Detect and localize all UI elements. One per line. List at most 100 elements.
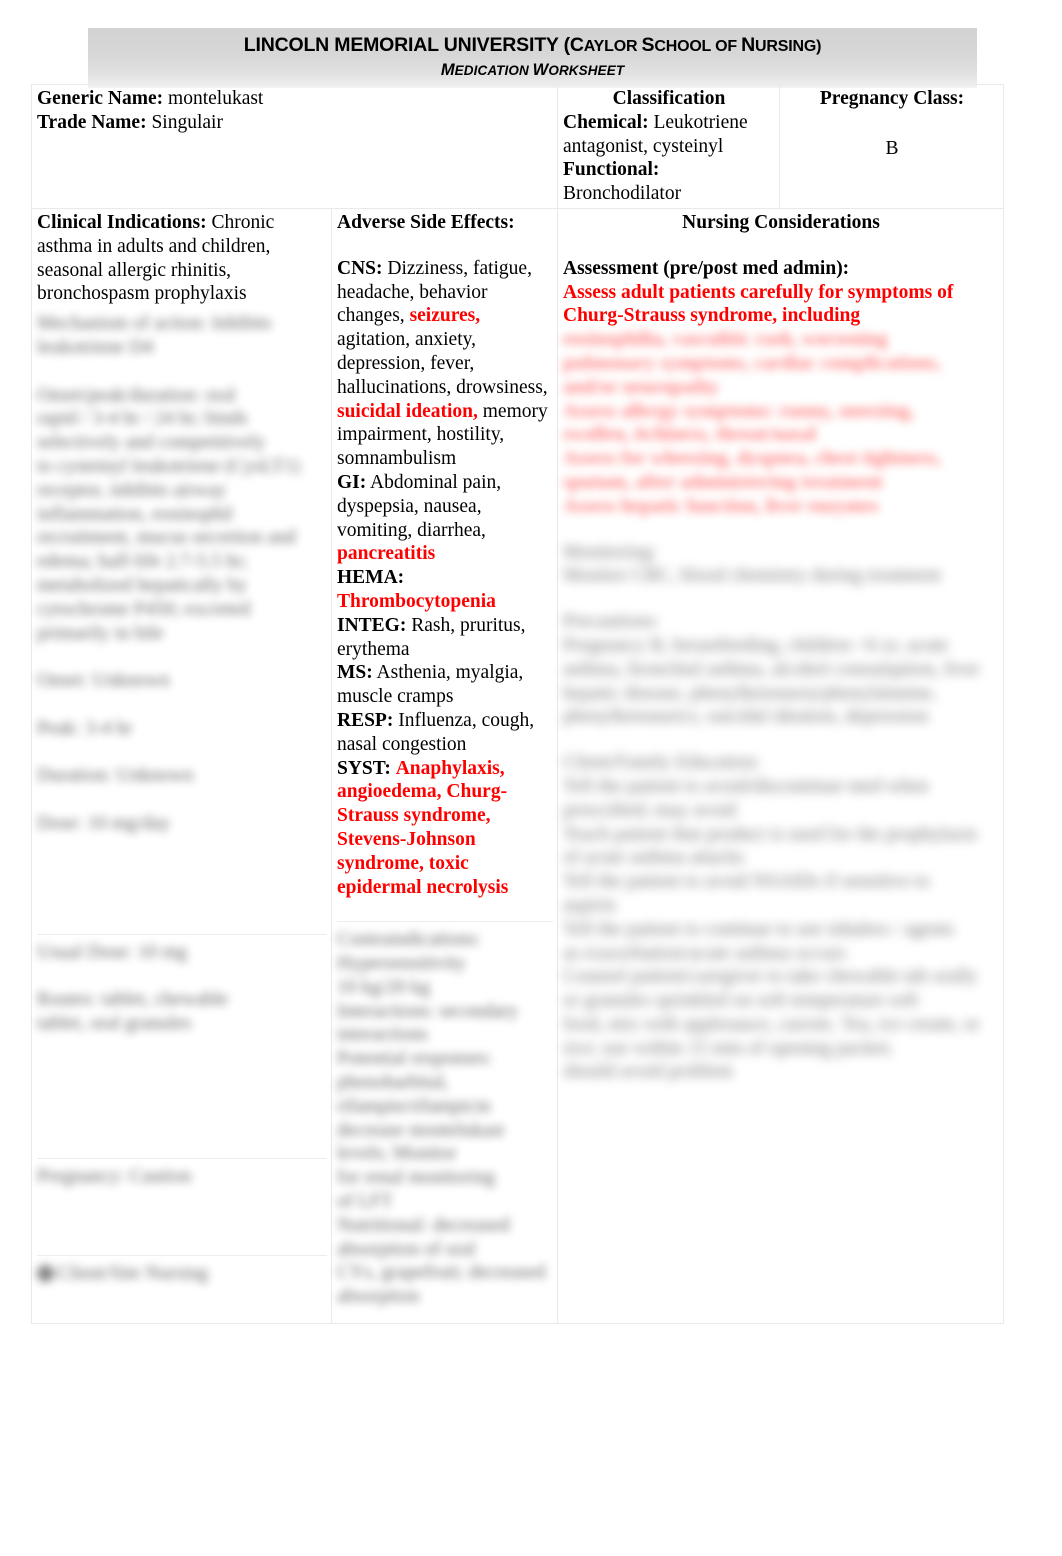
obscured-line: swollen, itchiness, throat/nasal xyxy=(563,424,817,446)
obscured-line: to cysteinyl leukotriene (CysLT1) xyxy=(37,455,301,477)
obscured-line: Assess hepatic function, liver enzymes xyxy=(563,495,879,517)
obscured-line: asthma, bronchial asthma, alcohol consum… xyxy=(563,658,980,680)
trade-name-label: Trade Name: xyxy=(37,111,147,133)
obscured-line: leukotriene D4 xyxy=(37,336,154,358)
obscured-line: pulmonary symptoms, cardiac complication… xyxy=(563,352,941,374)
adverse-group-integ: INTEG: Rash, pruritus, erythema xyxy=(337,614,553,662)
obscured-line: Client/Family Education: xyxy=(563,752,761,774)
adverse-group-label: CNS: xyxy=(337,257,383,279)
institution-title-smallcap-c-lead: C xyxy=(569,34,584,56)
row-divider xyxy=(37,933,327,935)
obscured-line: rifampin/rifampicin xyxy=(337,1095,491,1117)
document-header-banner: LINCOLN MEMORIAL UNIVERSITY (CAYLOR SCHO… xyxy=(88,28,977,88)
row-divider xyxy=(337,921,553,923)
obscured-line: sputum, after administering treatment xyxy=(563,471,883,493)
institution-title-smallcap-n-lead: N xyxy=(741,34,756,56)
table-row-main-content: Clinical Indications: Chronic asthma in … xyxy=(31,207,1004,1325)
clinical-indications-dose-obscured-block: Usual Dose: 10 mg Routes: tablet, chewab… xyxy=(37,941,327,1036)
adverse-group-gi: GI: Abdominal pain, dyspepsia, nausea, v… xyxy=(337,471,553,566)
document-subtitle-w: W xyxy=(532,61,549,79)
obscured-line: for renal monitoring xyxy=(337,1167,496,1189)
obscured-line: Routes: tablet, chewable xyxy=(37,989,229,1011)
generic-name-value: montelukast xyxy=(168,88,264,109)
institution-title-smallcap-nursing: URSING) xyxy=(755,38,822,55)
cell-pregnancy-class: Pregnancy Class: B xyxy=(779,84,1004,209)
obscured-line: selectively and competitively xyxy=(37,432,266,454)
obscured-line: decrease montelukast xyxy=(337,1119,505,1141)
obscured-line: rapid / 3-4 hr / 24 hr; binds xyxy=(37,408,248,430)
obscured-line: absorption xyxy=(337,1286,420,1308)
adverse-effects-obscured-block: Contraindications: Hypersensitivity 10 k… xyxy=(337,928,553,1309)
trade-name-line: Trade Name: Singulair xyxy=(37,111,553,135)
document-subtitle-m: M xyxy=(440,61,455,79)
obscured-line: eosinophilia, vasculitic rash, worsening xyxy=(563,329,888,351)
obscured-line: interactions xyxy=(337,1024,428,1046)
obscured-line: rice; use within 15 min of opening packe… xyxy=(563,1037,893,1059)
adverse-group-ms: MS: Asthenia, myalgia, muscle cramps xyxy=(337,661,553,709)
obscured-line: Tell the patient to avoid/discontinue me… xyxy=(563,775,929,797)
obscured-line: and/or neuropathy xyxy=(563,376,719,398)
obscured-line: aspirin xyxy=(563,894,617,916)
cell-clinical-indications: Clinical Indications: Chronic asthma in … xyxy=(31,207,332,1325)
generic-name-line: Generic Name: montelukast xyxy=(37,87,553,111)
obscured-line: or granules sprinkled on soft temperatur… xyxy=(563,990,919,1012)
adverse-group-label: RESP: xyxy=(337,709,394,731)
obscured-line: as exacerbation/acute asthma occurs xyxy=(563,942,847,964)
adverse-seg-alert: pancreatitis xyxy=(337,543,436,565)
functional-class-line: Functional: Bronchodilator xyxy=(563,158,775,206)
adverse-group-resp: RESP: Influenza, cough, nasal congestion xyxy=(337,709,553,757)
medication-worksheet-table: Generic Name: montelukast Trade Name: Si… xyxy=(31,84,1004,1325)
obscured-line: Precautions: xyxy=(563,611,660,633)
document-subtitle-medication: EDICATION xyxy=(454,63,533,78)
obscured-line: Teach patient that product is used for t… xyxy=(563,823,978,845)
nursing-client-education-obscured-block: Client/Family Education: Tell the patien… xyxy=(563,751,999,1084)
obscured-line: Pregnancy: Caution xyxy=(37,1165,192,1187)
obscured-line: hepatic disease, phenylketonuria/phenyla… xyxy=(563,682,937,704)
chemical-class-line: Chemical: Leukotriene antagonist, cystei… xyxy=(563,111,775,159)
clinical-indications-label: Clinical Indications: xyxy=(37,211,207,233)
obscured-line: food, mix with applesauce, carrots. Tea,… xyxy=(563,1013,980,1035)
cell-nursing-considerations: Nursing Considerations Assessment (pre/p… xyxy=(557,207,1004,1325)
obscured-line: receptor, inhibits airway xyxy=(37,479,227,501)
trade-name-value: Singulair xyxy=(151,111,223,133)
bullet-point-icon xyxy=(37,1264,54,1282)
obscured-line: Peak: 3-4 hr xyxy=(37,717,133,739)
adverse-seg-alert: seizures, xyxy=(409,305,481,327)
institution-title-smallcap-caylor: AYLOR xyxy=(583,38,642,55)
institution-title-main: LINCOLN MEMORIAL UNIVERSITY ( xyxy=(243,34,570,56)
adverse-group-label: INTEG: xyxy=(337,614,407,636)
obscured-line: phenobarbital, xyxy=(337,1072,450,1094)
obscured-line: should avoid problem xyxy=(563,1061,734,1083)
pregnancy-class-label: Pregnancy Class: xyxy=(819,88,965,109)
obscured-line: Nutritional: decreased xyxy=(337,1214,510,1236)
adverse-group-label: SYST: xyxy=(337,757,391,779)
obscured-line: of acute asthma attacks xyxy=(563,847,745,869)
obscured-line: Assess allergy symptoms: runny, sneezing… xyxy=(563,400,915,422)
obscured-line: Tell the patient to avoid NSAIDs if sens… xyxy=(563,871,930,893)
functional-class-value: Bronchodilator xyxy=(563,183,682,205)
obscured-line: metabolized hepatically by xyxy=(37,574,248,596)
document-subtitle: MEDICATION WORKSHEET xyxy=(88,59,977,82)
obscured-footer-text: Client/Site Nursing xyxy=(57,1262,209,1284)
classification-heading: Classification xyxy=(612,88,726,109)
institution-title: LINCOLN MEMORIAL UNIVERSITY (CAYLOR SCHO… xyxy=(88,33,977,59)
obscured-line: Tell the patient to continue to use inha… xyxy=(563,918,955,940)
obscured-line: Dose: 10 mg/day xyxy=(37,812,171,834)
nursing-considerations-heading: Nursing Considerations xyxy=(682,211,880,233)
obscured-line: phenylketonurics, suicidal ideation, dep… xyxy=(563,706,929,728)
adverse-seg: agitation, anxiety, depression, fever, h… xyxy=(337,329,548,398)
adverse-effects-heading: Adverse Side Effects: xyxy=(337,211,515,233)
nursing-assessment-label: Assessment (pre/post med admin): xyxy=(563,257,850,279)
obscured-line: cytochrome P450; excreted xyxy=(37,598,251,620)
obscured-line: CYs, grapefruit; decreased xyxy=(337,1262,546,1284)
pregnancy-class-value: B xyxy=(885,137,899,159)
obscured-line: recruitment, mucus secretion and xyxy=(37,527,296,549)
obscured-line: Onset: Unknown xyxy=(37,670,170,692)
obscured-line: Contraindications: xyxy=(337,929,482,951)
adverse-seg-alert: suicidal ideation, xyxy=(337,400,478,422)
institution-title-smallcap-s-lead: S xyxy=(641,34,655,56)
cell-classification: Classification Chemical: Leukotriene ant… xyxy=(557,84,780,209)
adverse-seg-alert: Thrombocytopenia xyxy=(337,590,496,612)
